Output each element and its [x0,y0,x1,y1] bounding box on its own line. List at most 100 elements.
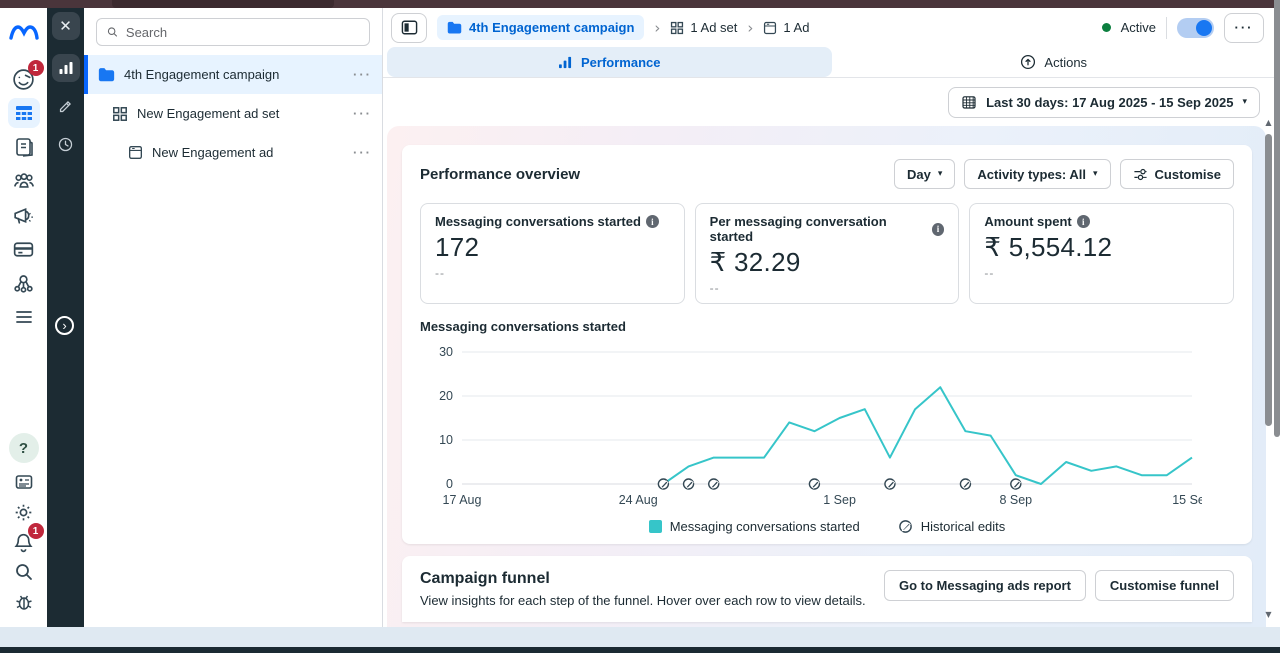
toggle-knob [1196,20,1212,36]
caret-down-icon: ▾ [1242,97,1247,107]
search-input[interactable] [126,25,360,40]
sidebar-item-updates[interactable] [8,467,40,497]
history-tool-button[interactable] [52,130,80,158]
sidebar-item-all-tools[interactable] [8,302,40,332]
metric-label: Amount spent [984,214,1071,229]
tree-item-label: New Engagement ad [152,145,344,160]
sidebar-item-report-bug[interactable] [8,587,40,617]
scroll-up-arrow[interactable]: ▲ [1264,118,1273,127]
tab-actions[interactable]: Actions [832,47,1277,77]
scroll-down-arrow[interactable]: ▼ [1264,610,1273,619]
help-button[interactable]: ? [9,433,39,463]
meta-logo-icon [9,25,39,41]
line-chart-svg: 010203017 Aug24 Aug1 Sep8 Sep15 Sep [420,340,1202,512]
row-menu-button[interactable]: ··· [353,67,372,82]
metric-label: Messaging conversations started [435,214,641,229]
go-to-messaging-report-button[interactable]: Go to Messaging ads report [884,570,1086,601]
insights-canvas: Performance overview Day ▾ Activity type… [387,126,1266,627]
folder-icon [98,67,115,82]
edit-tool-button[interactable] [52,92,80,120]
historical-edit-marker [885,479,895,489]
main-content: 4th Engagement campaign › 1 Ad set › 1 A… [383,8,1280,627]
circle-arrow-up-icon [1020,54,1036,70]
adset-grid-icon [112,106,128,122]
tree-item-ad[interactable]: New Engagement ad ··· [84,133,382,172]
chart-legend: Messaging conversations started Historic… [420,519,1234,534]
info-icon[interactable]: i [932,223,945,236]
sidebar-item-notifications-face[interactable]: 1 [8,64,40,94]
customise-funnel-button[interactable]: Customise funnel [1095,570,1234,601]
left-nav-rail: 1 ? 1 [0,8,47,627]
sidebar-item-business-assets[interactable] [8,268,40,298]
svg-text:17 Aug: 17 Aug [443,493,482,507]
date-range-label: Last 30 days: 17 Aug 2025 - 15 Sep 2025 [986,95,1233,110]
sidebar-item-audiences[interactable] [8,166,40,196]
customise-sliders-icon [1133,168,1148,181]
credit-card-icon [11,237,36,262]
date-range-button[interactable]: Last 30 days: 17 Aug 2025 - 15 Sep 2025 … [948,87,1260,118]
svg-text:0: 0 [446,477,453,491]
close-panel-button[interactable]: ✕ [52,12,80,40]
window-top-bar [0,0,1280,8]
header-bar: 4th Engagement campaign › 1 Ad set › 1 A… [383,8,1280,47]
info-icon[interactable]: i [646,215,659,228]
calendar-icon [961,94,977,110]
breadcrumb-label: 1 Ad set [690,20,737,35]
metric-sub: -- [710,281,945,295]
sidebar-item-billing[interactable] [8,234,40,264]
sidebar-item-search[interactable] [8,557,40,587]
active-toggle[interactable] [1177,18,1214,38]
breadcrumb-ad[interactable]: 1 Ad [763,20,809,35]
toggle-sidebar-button[interactable] [391,13,427,43]
sidebar-item-pages[interactable] [8,132,40,162]
svg-text:30: 30 [439,345,453,359]
window-scrollbar[interactable] [1274,0,1280,437]
table-icon [12,101,36,125]
historical-edit-icon [898,519,913,534]
svg-text:15 Sep: 15 Sep [1172,493,1202,507]
chevron-right-icon: › [62,319,66,332]
customise-button[interactable]: Customise [1120,159,1234,189]
clock-icon [57,136,74,153]
interval-label: Day [907,167,931,182]
bug-icon [12,590,36,614]
activity-types-dropdown[interactable]: Activity types: All ▾ [964,159,1110,189]
info-icon[interactable]: i [1077,215,1090,228]
interval-dropdown[interactable]: Day ▾ [894,159,955,189]
breadcrumb-campaign[interactable]: 4th Engagement campaign [437,15,644,40]
tab-performance[interactable]: Performance [387,47,832,77]
bar-chart-icon [58,60,74,76]
active-status-dot [1102,23,1111,32]
performance-overview-card: Performance overview Day ▾ Activity type… [402,145,1252,544]
tab-label: Performance [581,55,660,70]
content-scrollbar[interactable]: ▲ ▼ [1264,118,1273,619]
customise-label: Customise [1155,167,1221,182]
tree-search[interactable] [96,18,370,46]
tree-item-adset[interactable]: New Engagement ad set ··· [84,94,382,133]
expand-panel-button[interactable]: › [55,316,74,335]
legend-historical-edits: Historical edits [898,519,1006,534]
row-menu-button[interactable]: ··· [353,145,372,160]
sidebar-item-alerts[interactable]: 1 [8,527,40,557]
adset-grid-icon [670,21,684,35]
view-tabs: Performance Actions [383,47,1280,78]
legend-label: Messaging conversations started [670,519,860,534]
metric-value: 172 [435,232,670,263]
metric-value: ₹ 32.29 [710,247,945,278]
gear-icon [11,500,36,525]
sidebar-item-ads[interactable] [8,200,40,230]
tree-item-campaign[interactable]: 4th Engagement campaign ··· [84,55,382,94]
scrollbar-thumb[interactable] [1265,134,1272,426]
megaphone-icon [11,203,36,228]
pages-icon [12,135,36,159]
sidebar-item-ads-manager[interactable] [8,98,40,128]
historical-edit-marker [658,479,668,489]
charts-tool-button[interactable] [52,54,80,82]
sidebar-panel-icon [401,20,418,35]
menu-icon [12,305,36,329]
conversations-chart[interactable]: 010203017 Aug24 Aug1 Sep8 Sep15 Sep [420,340,1234,517]
folder-icon [447,21,462,34]
breadcrumb-adset[interactable]: 1 Ad set [670,20,737,35]
more-options-button[interactable]: ··· [1224,13,1264,43]
row-menu-button[interactable]: ··· [353,106,372,121]
